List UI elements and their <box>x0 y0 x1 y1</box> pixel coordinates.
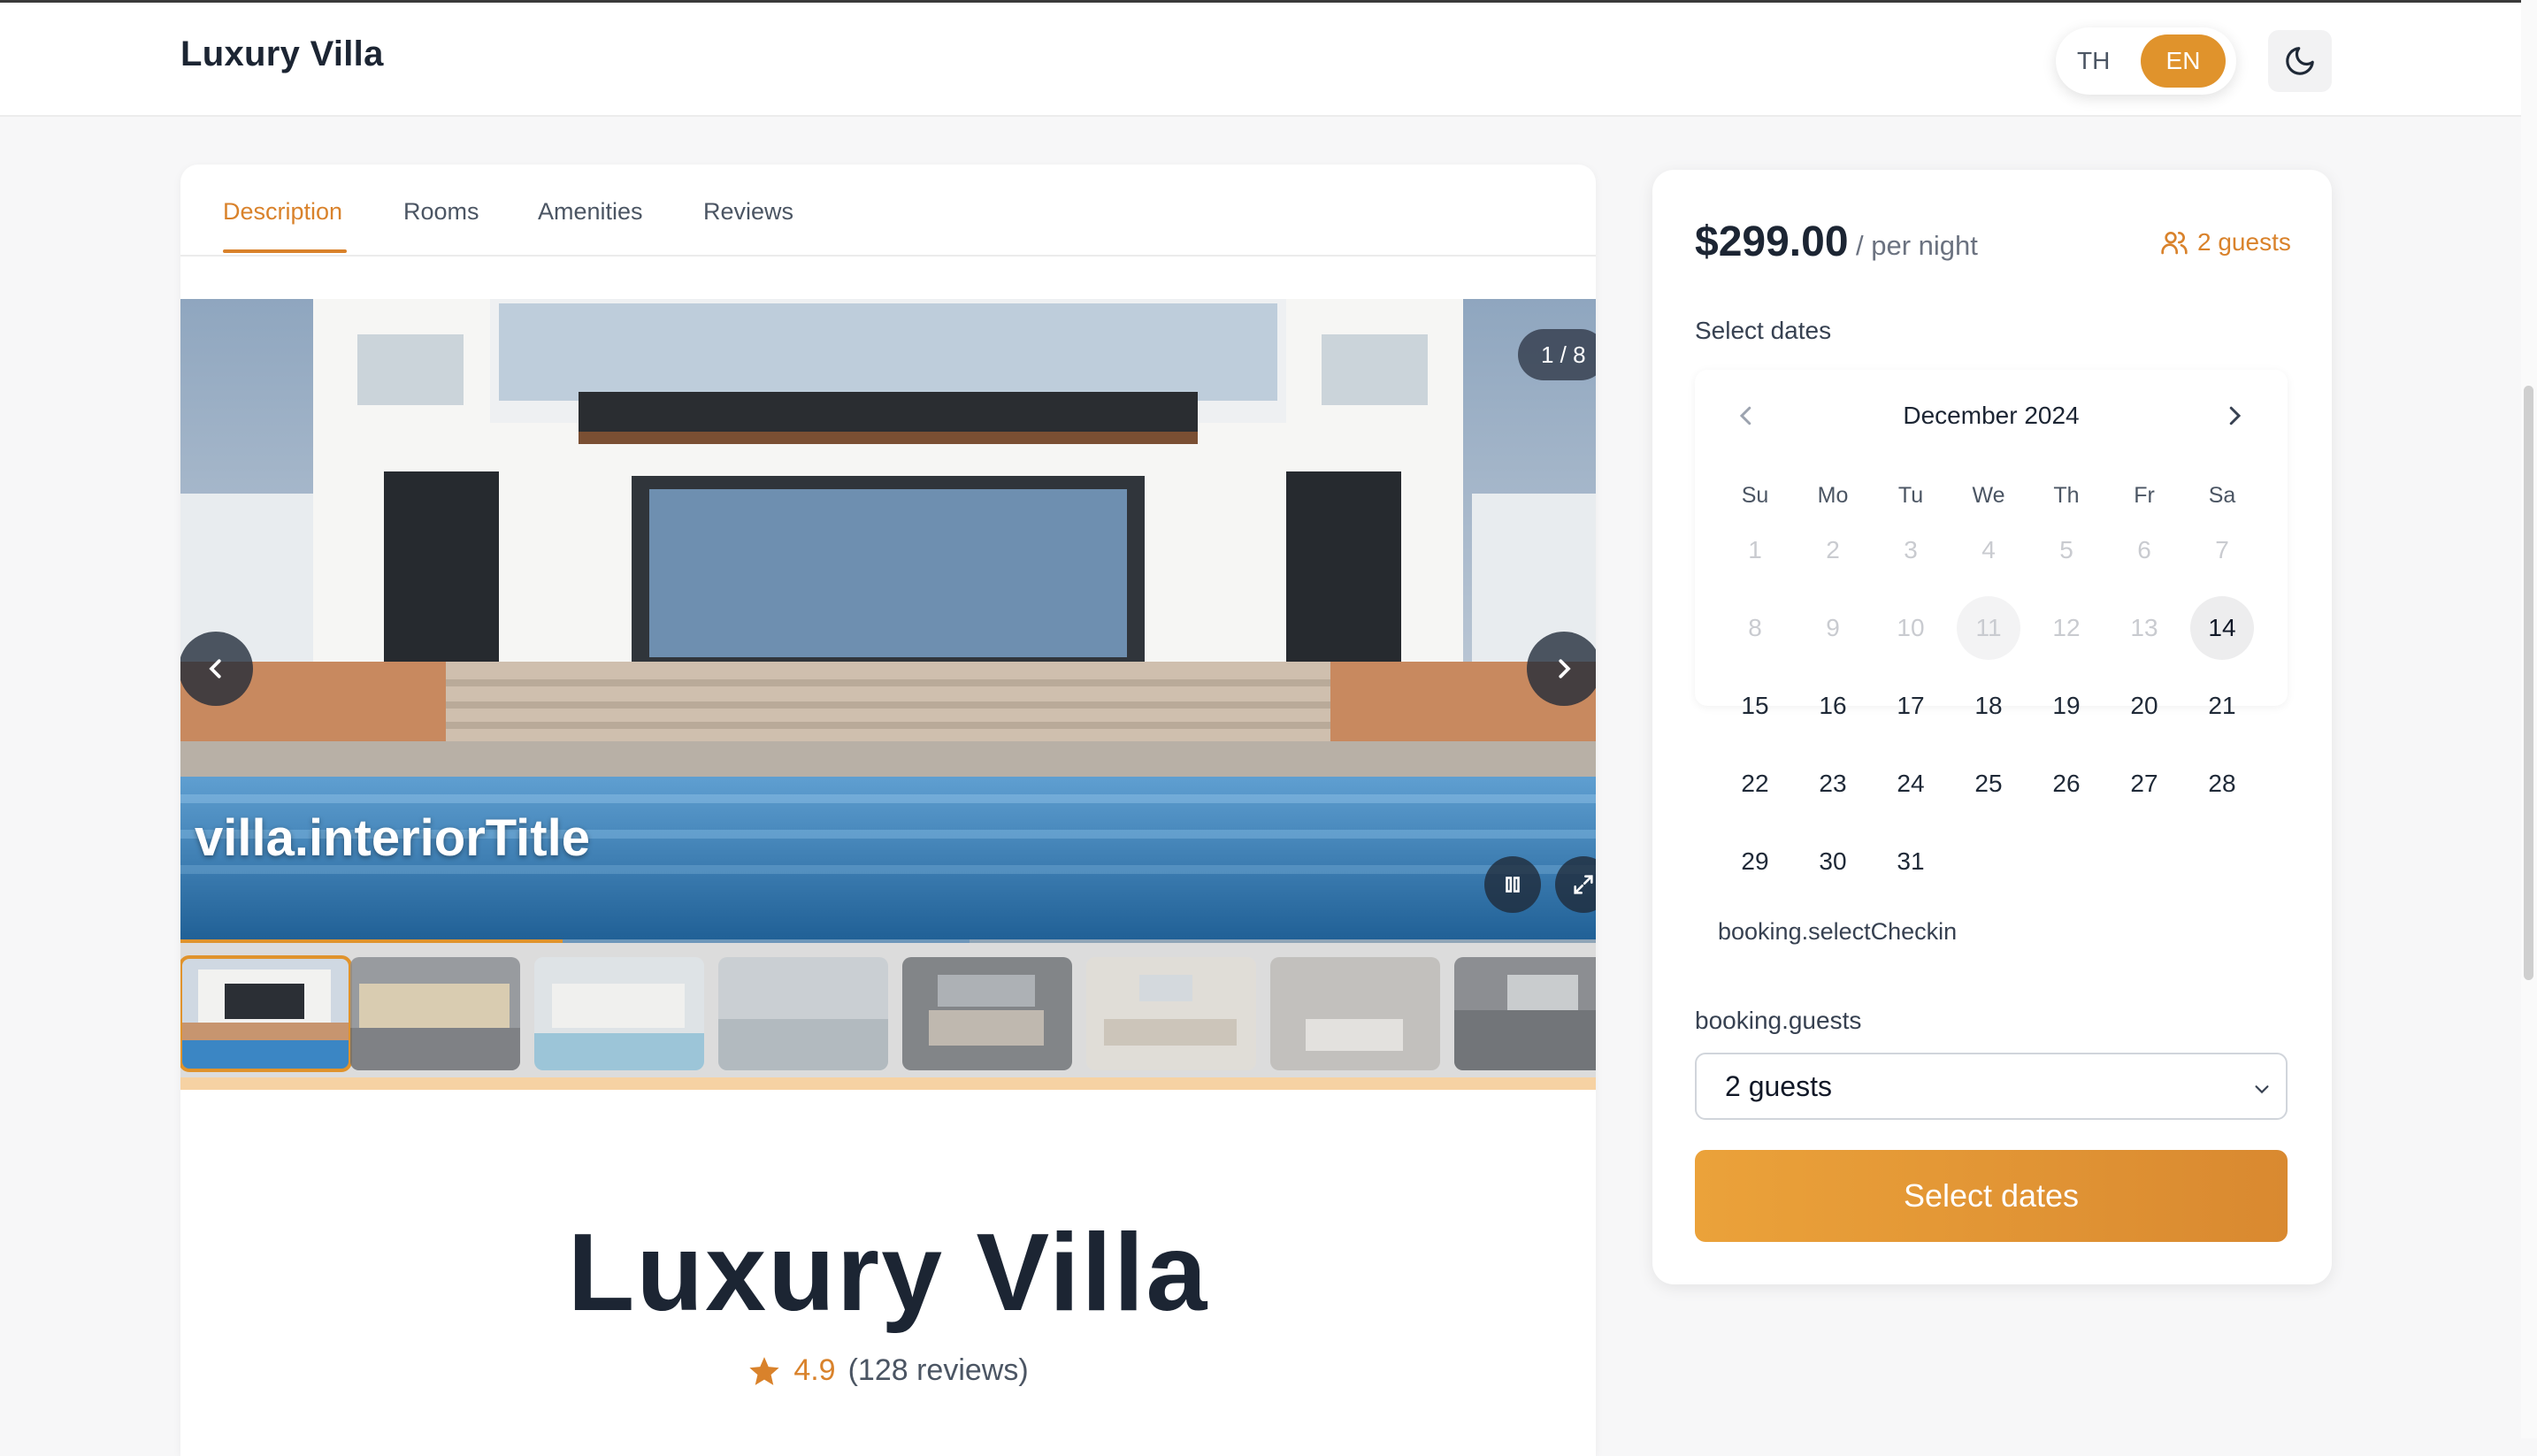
calendar-day[interactable]: 17 <box>1879 674 1943 738</box>
select-dates-label: Select dates <box>1695 317 1832 344</box>
calendar-day[interactable]: 30 <box>1801 830 1865 893</box>
calendar-day[interactable]: 18 <box>1957 674 2020 738</box>
slide-caption: villa.interiorTitle <box>195 809 590 867</box>
weekday-label: Fr <box>2134 483 2155 508</box>
guests-badge-label: 2 guests <box>2197 228 2291 256</box>
calendar-day[interactable]: 25 <box>1957 752 2020 816</box>
rating-value: 4.9 <box>793 1353 836 1387</box>
weekday-label: Sa <box>2208 483 2236 508</box>
nightly-price: $299.00 <box>1695 218 1849 265</box>
page-scrollbar-thumb[interactable] <box>2524 386 2533 980</box>
chevron-right-icon <box>2229 406 2242 425</box>
weekday-label: Su <box>1741 483 1769 508</box>
calendar-day: 7 <box>2215 536 2229 563</box>
villa-rating: 4.9 (128 reviews) <box>180 1353 1596 1388</box>
review-count[interactable]: (128 reviews) <box>848 1353 1029 1388</box>
tab-reviews[interactable]: Reviews <box>703 198 793 226</box>
language-toggle[interactable]: TH EN <box>2056 27 2236 95</box>
booking-card: $299.00 / per night 2 guests Select date… <box>1652 170 2332 1284</box>
date-calendar: December 2024 Su Mo Tu We Th Fr Sa 1 2 3 4 5 6 7 8 9 10… <box>1695 370 2288 945</box>
calendar-day[interactable]: 22 <box>1723 752 1787 816</box>
calendar-day[interactable]: 27 <box>2112 752 2176 816</box>
pause-slideshow-button[interactable] <box>1484 856 1541 913</box>
moon-icon <box>2286 47 2314 75</box>
star-icon <box>749 1356 779 1385</box>
tab-amenities[interactable]: Amenities <box>538 198 643 226</box>
calendar-day[interactable]: 15 <box>1723 674 1787 738</box>
calendar-day[interactable]: 29 <box>1723 830 1787 893</box>
thumbnail-2[interactable] <box>350 957 520 1070</box>
active-tab-indicator <box>223 249 347 253</box>
lang-en-option[interactable]: EN <box>2141 34 2226 88</box>
gallery-prev-button[interactable] <box>180 632 253 706</box>
calendar-day: 8 <box>1748 614 1762 641</box>
pause-icon <box>1506 877 1520 893</box>
calendar-next-month-button[interactable] <box>2217 396 2252 435</box>
calendar-month-label: December 2024 <box>1903 402 2080 429</box>
thumbnail-6[interactable] <box>1086 957 1256 1070</box>
calendar-day[interactable]: 24 <box>1879 752 1943 816</box>
thumbnail-4[interactable] <box>718 957 888 1070</box>
thumbnail-5[interactable] <box>902 957 1072 1070</box>
guests-select[interactable]: 2 guests <box>1695 1053 2288 1120</box>
dark-mode-button[interactable] <box>2268 30 2332 92</box>
calendar-day: 12 <box>2052 614 2081 641</box>
calendar-day[interactable]: 26 <box>2035 752 2098 816</box>
calendar-day: 3 <box>1904 536 1918 563</box>
calendar-day: 4 <box>1981 536 1996 563</box>
calendar-day: 9 <box>1826 614 1840 641</box>
expand-icon <box>1574 875 1593 894</box>
guests-select-value: 2 guests <box>1725 1069 1832 1102</box>
photo-gallery[interactable]: 1 / 8 villa.interiorTitle <box>180 299 1596 943</box>
lang-th-option[interactable]: TH <box>2077 47 2110 75</box>
calendar-day[interactable]: 31 <box>1879 830 1943 893</box>
weekday-label: We <box>1972 483 2005 508</box>
calendar-day[interactable]: 14 <box>2190 596 2254 660</box>
weekday-label: Th <box>2053 483 2080 508</box>
calendar-day[interactable]: 19 <box>2035 674 2098 738</box>
select-dates-button[interactable]: Select dates <box>1695 1150 2288 1242</box>
calendar-day[interactable]: 20 <box>2112 674 2176 738</box>
chevron-left-icon <box>209 659 221 678</box>
calendar-day: 13 <box>2130 614 2158 641</box>
calendar-day[interactable]: 16 <box>1801 674 1865 738</box>
thumbnail-3[interactable] <box>534 957 704 1070</box>
thumbnail-strip <box>180 943 1596 1077</box>
calendar-day: 2 <box>1826 536 1840 563</box>
calendar-day[interactable]: 23 <box>1801 752 1865 816</box>
calendar-day[interactable]: 21 <box>2190 674 2254 738</box>
calendar-day: 6 <box>2137 536 2151 563</box>
tab-description[interactable]: Description <box>223 198 342 226</box>
brand-logo[interactable]: Luxury Villa <box>180 34 384 74</box>
chevron-right-icon <box>1559 659 1571 678</box>
villa-title: Luxury Villa <box>567 1212 1209 1334</box>
villa-details-card: Description Rooms Amenities Reviews 1 / … <box>180 165 1596 1456</box>
guests-badge: 2 guests <box>2160 228 2291 257</box>
users-icon <box>2161 232 2188 255</box>
thumbnail-7[interactable] <box>1270 957 1440 1070</box>
calendar-day: 10 <box>1897 614 1925 641</box>
calendar-day: 1 <box>1748 536 1762 563</box>
weekday-label: Mo <box>1817 483 1849 508</box>
calendar-day: 11 <box>1957 596 2020 660</box>
calendar-hint: booking.selectCheckin <box>1718 918 1958 945</box>
gallery-next-button[interactable] <box>1527 632 1596 706</box>
thumbnail-8[interactable] <box>1454 957 1596 1070</box>
guests-field-label: booking.guests <box>1695 1007 1862 1034</box>
thumbnail-strip-footer <box>180 1077 1596 1090</box>
details-tabs: Description Rooms Amenities Reviews <box>180 165 1596 257</box>
calendar-day[interactable]: 28 <box>2190 752 2254 816</box>
weekday-label: Tu <box>1897 483 1924 508</box>
site-header: Luxury Villa TH EN <box>0 3 2521 117</box>
calendar-day: 5 <box>2059 536 2073 563</box>
thumbnail-1[interactable] <box>180 955 352 1072</box>
per-night-label: / per night <box>1856 230 1978 261</box>
chevron-down-icon <box>2255 1085 2269 1094</box>
slide-counter: 1 / 8 <box>1518 329 1596 380</box>
tab-rooms[interactable]: Rooms <box>403 198 479 226</box>
